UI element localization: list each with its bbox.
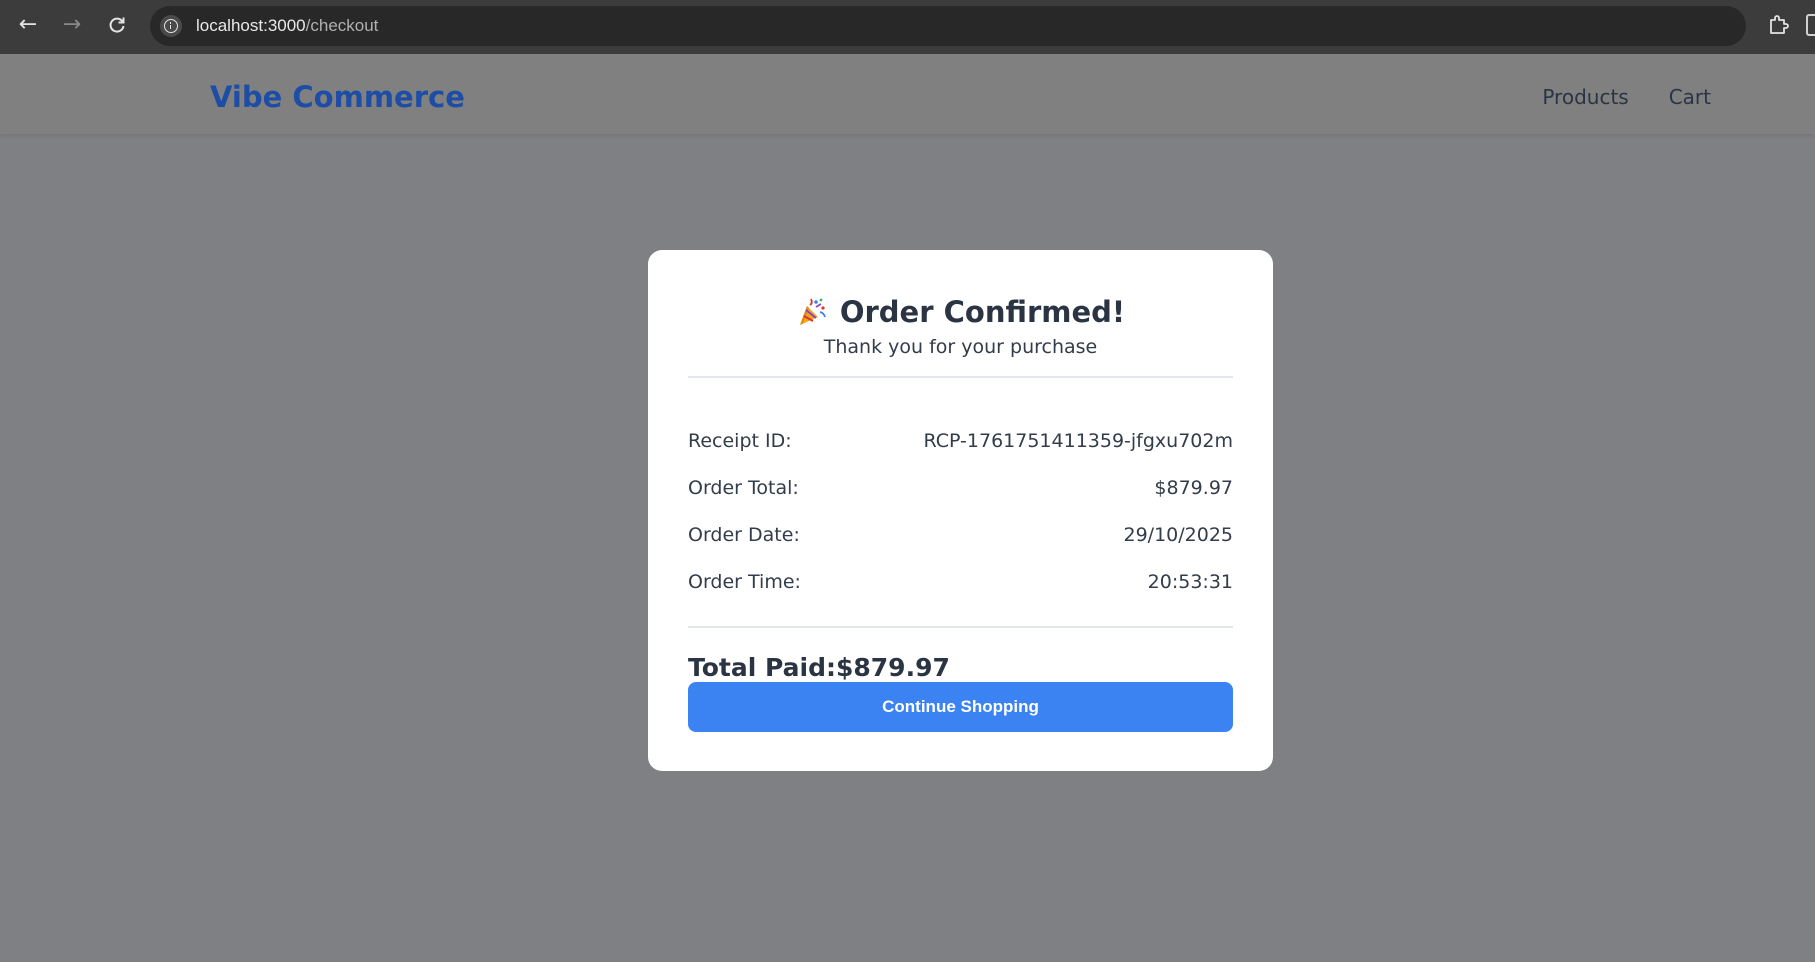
detail-row-order-total: Order Total: $879.97: [688, 464, 1233, 511]
detail-label: Receipt ID:: [688, 429, 792, 452]
detail-label: Order Total:: [688, 476, 799, 499]
total-paid-value: $879.97: [836, 653, 950, 682]
detail-label: Order Date:: [688, 523, 800, 546]
nav-products-link[interactable]: Products: [1542, 85, 1628, 109]
url-host: localhost:3000: [196, 16, 306, 35]
detail-value: RCP-1761751411359-jfgxu702m: [923, 429, 1233, 452]
detail-row-receipt-id: Receipt ID: RCP-1761751411359-jfgxu702m: [688, 417, 1233, 464]
detail-value: $879.97: [1154, 476, 1233, 499]
modal-title-text: Order Confirmed!: [839, 295, 1126, 329]
party-popper-icon: [799, 298, 826, 325]
detail-value: 20:53:31: [1147, 570, 1233, 593]
total-paid-label: Total Paid:: [688, 653, 836, 682]
divider: [688, 376, 1233, 378]
order-confirmation-modal: Order Confirmed! Thank you for your purc…: [648, 250, 1273, 771]
info-icon[interactable]: [160, 15, 182, 37]
detail-row-order-date: Order Date: 29/10/2025: [688, 511, 1233, 558]
modal-subtitle: Thank you for your purchase: [823, 336, 1098, 358]
url-text[interactable]: localhost:3000/checkout: [196, 6, 378, 46]
header-nav: Products Cart: [1542, 54, 1711, 134]
brand-logo-text[interactable]: Vibe Commerce: [210, 54, 465, 134]
url-path: /checkout: [305, 16, 379, 35]
total-paid: Total Paid:$879.97: [688, 651, 950, 685]
continue-shopping-button[interactable]: Continue Shopping: [688, 682, 1233, 732]
address-bar[interactable]: localhost:3000/checkout ☆: [150, 6, 1746, 46]
detail-label: Order Time:: [688, 570, 801, 593]
divider: [688, 626, 1233, 628]
modal-title: Order Confirmed!: [688, 292, 1233, 332]
nav-cart-link[interactable]: Cart: [1669, 85, 1711, 109]
detail-row-order-time: Order Time: 20:53:31: [688, 558, 1233, 605]
browser-toolbar: ← → localhost:3000/checkout ☆: [0, 0, 1815, 54]
back-arrow-icon[interactable]: ←: [13, 10, 43, 40]
forward-arrow-icon[interactable]: →: [57, 10, 87, 40]
detail-value: 29/10/2025: [1123, 523, 1233, 546]
reload-icon[interactable]: [102, 10, 132, 40]
modal-header: Order Confirmed! Thank you for your purc…: [688, 292, 1233, 359]
side-panel-icon[interactable]: [1806, 14, 1815, 36]
order-details: Receipt ID: RCP-1761751411359-jfgxu702m …: [688, 417, 1233, 605]
extensions-icon[interactable]: [1767, 12, 1793, 38]
site-header: Vibe Commerce Products Cart: [0, 54, 1815, 134]
